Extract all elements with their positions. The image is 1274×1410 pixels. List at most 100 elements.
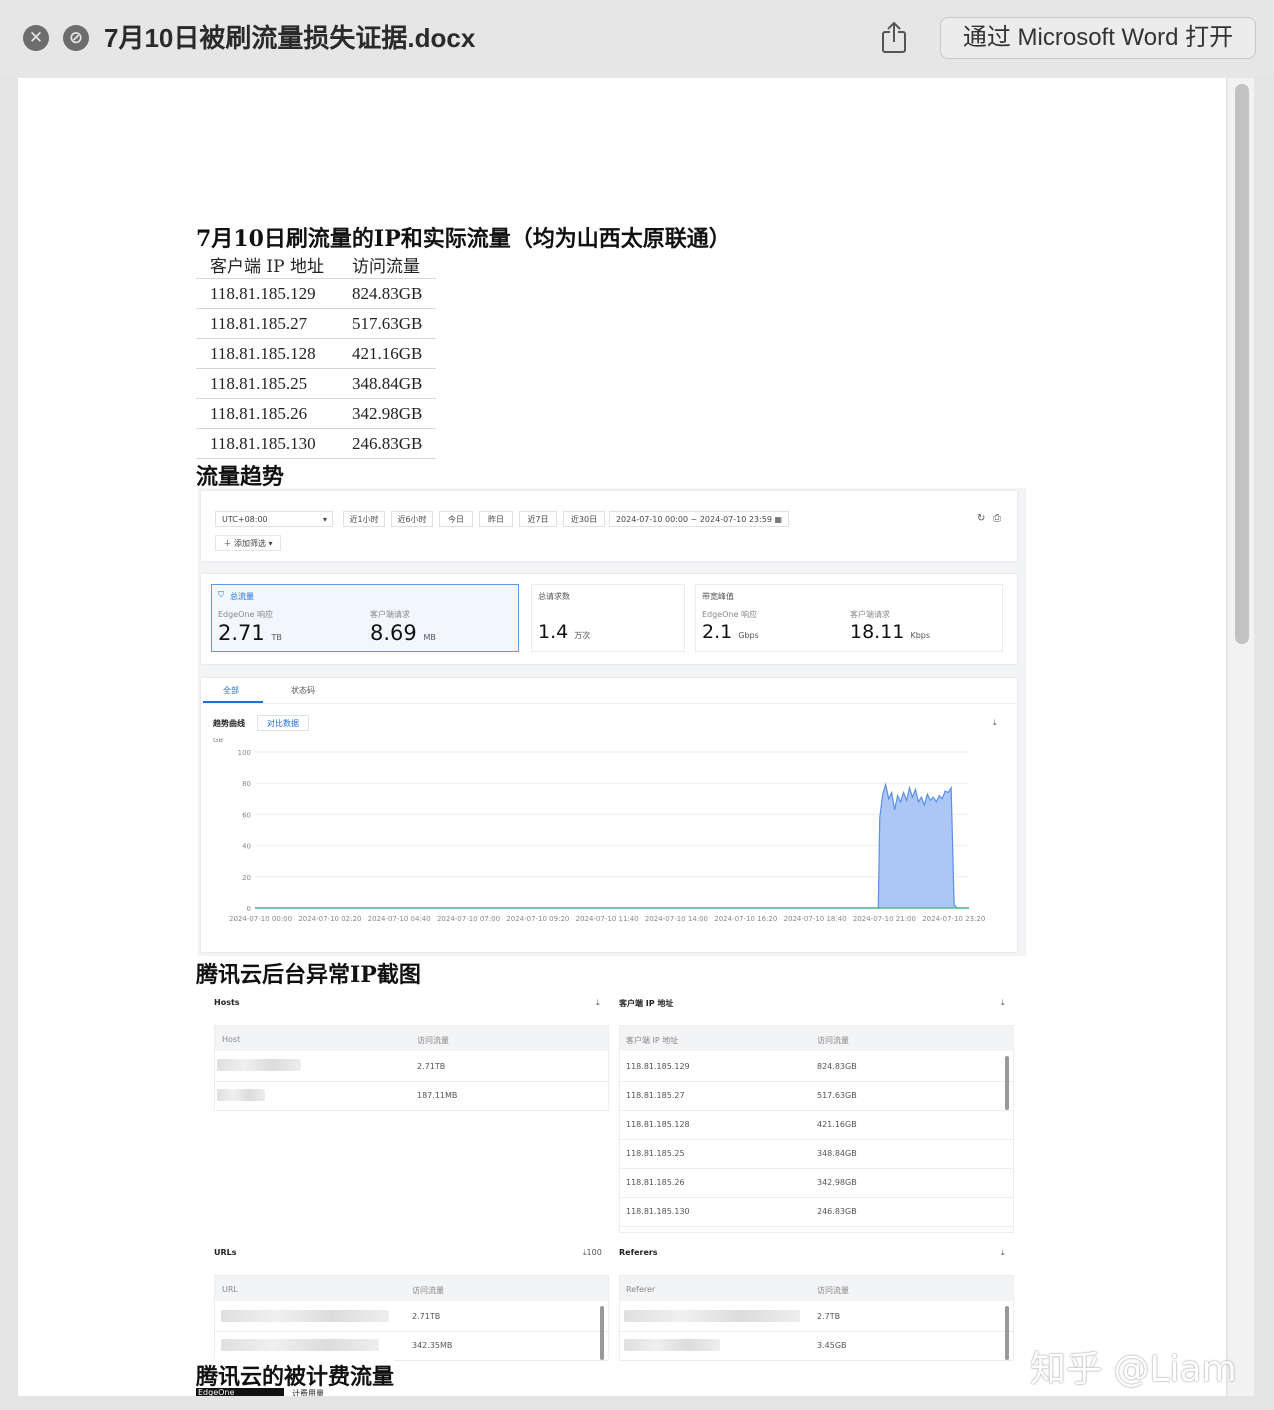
table-scrollbar[interactable] (600, 1306, 604, 1360)
table-row[interactable]: 2.71TB (215, 1052, 608, 1082)
urls-count: 100 (586, 1248, 602, 1257)
range-today-button[interactable]: 今日 (439, 511, 473, 527)
x-tick-label: 2024-07-10 23:20 (922, 915, 985, 923)
download-icon[interactable]: ⤓ (596, 998, 600, 1008)
tab-all[interactable]: 全部 (223, 685, 239, 696)
range-30d-button[interactable]: 近30日 (563, 511, 605, 527)
x-tick-label: 2024-07-10 16:20 (714, 915, 777, 923)
scrollbar-thumb[interactable] (1235, 84, 1249, 644)
traffic-cell: 2.71TB (417, 1062, 446, 1071)
download-icon[interactable]: ⤓ (1001, 998, 1005, 1008)
traffic-cell: 246.83GB (337, 428, 437, 459)
traffic-cell: 342.35MB (412, 1341, 453, 1350)
x-tick-label: 2024-07-10 21:00 (853, 915, 916, 923)
table-row[interactable]: 187.11MB (215, 1081, 608, 1111)
table-row[interactable]: 118.81.185.25 348.84GB (620, 1139, 1013, 1169)
date-range-picker[interactable]: 2024-07-10 00:00 ~ 2024-07-10 23:59 ▦ (609, 511, 789, 527)
add-filter-button[interactable]: ＋ 添加筛选 ▾ (215, 535, 281, 551)
table-row[interactable]: 118.81.185.27 517.63GB (620, 1081, 1013, 1111)
range-6h-button[interactable]: 近6小时 (391, 511, 433, 527)
table-row[interactable]: 3.45GB (620, 1331, 1013, 1361)
redacted-host (217, 1059, 301, 1071)
document-title: 7月10日被刷流量损失证据.docx (104, 23, 476, 53)
calendar-icon: ▦ (774, 515, 783, 524)
redacted-referer (624, 1339, 720, 1351)
stat-requests-value: 1.4 万次 (538, 621, 590, 643)
table-row[interactable]: 118.81.185.129 824.83GB (620, 1052, 1013, 1082)
stat-card-bandwidth[interactable]: 带宽峰值 EdgeOne 响应 客户端请求 2.1 Gbps 18.11 Kbp… (695, 584, 1003, 652)
table-row[interactable]: 118.81.185.128 421.16GB (620, 1110, 1013, 1140)
x-tick-label: 2024-07-10 18:40 (784, 915, 847, 923)
col-header-ip: 客户端 IP 地址 (196, 250, 338, 279)
print-icon[interactable]: ⎙ (993, 513, 1001, 524)
client-ip-table: 客户端 IP 地址 访问流量 118.81.185.129 824.83GB 11… (619, 1025, 1014, 1233)
stat-label-total-traffic: 总流量 (230, 592, 254, 601)
table-row[interactable]: 118.81.185.26 342.98GB (620, 1168, 1013, 1198)
redacted-url (221, 1339, 379, 1351)
traffic-cell: 421.16GB (337, 338, 437, 369)
ip-cell: 118.81.185.25 (626, 1149, 685, 1158)
traffic-line (255, 782, 969, 909)
traffic-cell: 342.98GB (337, 398, 437, 429)
filter-bar: UTC+08:00 ▾ 近1小时 近6小时 今日 昨日 近7日 近30日 2024… (201, 491, 1017, 561)
y-tick-label: 60 (242, 811, 251, 819)
tab-divider (201, 703, 1017, 704)
redacted-referer (624, 1310, 800, 1322)
ip-cell: 118.81.185.25 (196, 368, 338, 399)
col-header-traffic: 访问流量 (817, 1036, 849, 1045)
range-7d-button[interactable]: 近7日 (519, 511, 557, 527)
share-icon[interactable] (878, 20, 910, 54)
ip-cell: 118.81.185.129 (626, 1062, 690, 1071)
refresh-icon[interactable]: ↻ (977, 513, 985, 524)
range-1h-button[interactable]: 近1小时 (343, 511, 385, 527)
col-header-ip: 客户端 IP 地址 (626, 1036, 679, 1045)
x-tick-label: 2024-07-10 07:00 (437, 915, 500, 923)
range-yesterday-button[interactable]: 昨日 (479, 511, 513, 527)
timezone-select[interactable]: UTC+08:00 ▾ (215, 511, 333, 527)
stat-label-bandwidth: 带宽峰值 (702, 592, 734, 601)
table-row[interactable]: 2.7TB (620, 1302, 1013, 1332)
ip-cell: 118.81.185.129 (196, 278, 338, 309)
traffic-area (255, 784, 969, 908)
traffic-cell: 824.83GB (337, 278, 437, 309)
x-tick-label: 2024-07-10 04:40 (368, 915, 431, 923)
bw-client-unit: Kbps (910, 631, 931, 640)
y-axis-unit: GB (213, 738, 223, 744)
y-tick-label: 80 (242, 780, 251, 788)
traffic-cell: 246.83GB (817, 1207, 857, 1216)
table-scrollbar[interactable] (1005, 1056, 1009, 1110)
shield-icon: ⛉ (218, 590, 224, 599)
window-titlebar: ✕ ⊘ 7月10日被刷流量损失证据.docx 通过 Microsoft Word… (0, 0, 1274, 78)
traffic-number: 2.71 (218, 621, 265, 645)
ip-screenshot: Hosts ⤓ Host 访问流量 2.71TB 187.11MB 客户端 IP… (198, 986, 1026, 1361)
hosts-title: Hosts (214, 998, 240, 1007)
table-scrollbar[interactable] (1005, 1306, 1009, 1360)
traffic-cell: 348.84GB (817, 1149, 857, 1158)
bw-edge-number: 2.1 (702, 621, 733, 643)
tab-status-code[interactable]: 状态码 (291, 685, 315, 696)
col-header-traffic: 访问流量 (412, 1286, 444, 1295)
stat-bw-client-value: 18.11 Kbps (850, 621, 930, 643)
table-row[interactable]: 2.71TB (215, 1302, 608, 1332)
compare-data-button[interactable]: 对比数据 (257, 715, 309, 731)
curve-label: 趋势曲线 (213, 719, 245, 728)
x-tick-label: 2024-07-10 02:20 (298, 915, 361, 923)
table-row[interactable]: 118.81.185.130 246.83GB (620, 1197, 1013, 1227)
date-to: 2024-07-10 23:59 (699, 515, 772, 524)
slash-icon[interactable]: ⊘ (63, 25, 89, 51)
urls-header: URL 访问流量 (215, 1276, 608, 1301)
stat-bw-edge-value: 2.1 Gbps (702, 621, 759, 643)
open-in-word-button[interactable]: 通过 Microsoft Word 打开 (940, 17, 1256, 59)
stat-card-requests[interactable]: 总请求数 1.4 万次 (531, 584, 685, 652)
stat-card-total-traffic[interactable]: ⛉ 总流量 EdgeOne 响应 客户端请求 2.71 TB 8.69 MB (211, 584, 519, 652)
stats-panel: ⛉ 总流量 EdgeOne 响应 客户端请求 2.71 TB 8.69 MB 总… (201, 574, 1017, 664)
requests-unit: 万次 (574, 631, 591, 640)
x-tick-label: 2024-07-10 14:00 (645, 915, 708, 923)
download-icon[interactable]: ⤓ (1001, 1248, 1005, 1258)
x-tick-label: 2024-07-10 09:20 (506, 915, 569, 923)
table-row[interactable]: 342.35MB (215, 1331, 608, 1361)
urls-download[interactable]: ⤓100 (583, 1248, 602, 1258)
close-icon[interactable]: ✕ (23, 25, 49, 51)
download-icon[interactable]: ⤓ (993, 718, 997, 728)
traffic-cell: 2.7TB (817, 1312, 841, 1321)
